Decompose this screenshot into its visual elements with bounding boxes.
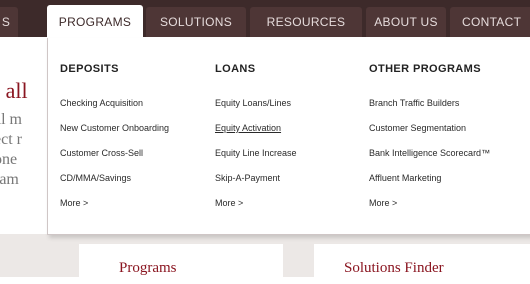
nav-tab-label: CONTACT bbox=[462, 15, 522, 29]
background-text-line: ram bbox=[0, 171, 19, 188]
dropdown-column-deposits: DEPOSITS Checking Acquisition New Custom… bbox=[60, 63, 169, 222]
menu-link[interactable]: CD/MMA/Savings bbox=[60, 172, 169, 197]
menu-link[interactable]: Customer Segmentation bbox=[369, 122, 490, 147]
menu-link[interactable]: Equity Loans/Lines bbox=[215, 97, 297, 122]
background-text-line: al m bbox=[0, 111, 22, 128]
menu-link-hovered[interactable]: Equity Activation bbox=[215, 122, 297, 147]
nav-tab-label: PROGRAMS bbox=[58, 15, 132, 29]
nav-tab-label: S bbox=[1, 15, 11, 29]
nav-tab-contact[interactable]: CONTACT bbox=[450, 7, 530, 37]
menu-link-more[interactable]: More > bbox=[369, 197, 490, 222]
menu-link[interactable]: Affluent Marketing bbox=[369, 172, 490, 197]
menu-link[interactable]: Customer Cross-Sell bbox=[60, 147, 169, 172]
nav-tab-resources[interactable]: RESOURCES bbox=[250, 7, 362, 37]
background-text-line: ect r bbox=[0, 131, 22, 148]
nav-tab-label: RESOURCES bbox=[266, 15, 346, 29]
solutions-finder-card-title: Solutions Finder bbox=[344, 260, 444, 276]
programs-card[interactable]: Programs bbox=[79, 244, 283, 284]
column-heading: LOANS bbox=[215, 63, 256, 75]
menu-link[interactable]: Checking Acquisition bbox=[60, 97, 169, 122]
column-heading: DEPOSITS bbox=[60, 63, 119, 75]
menu-link-more[interactable]: More > bbox=[215, 197, 297, 222]
solutions-finder-card[interactable]: Solutions Finder bbox=[314, 244, 530, 284]
programs-card-title: Programs bbox=[119, 260, 177, 276]
dropdown-column-loans: LOANS Equity Loans/Lines Equity Activati… bbox=[215, 63, 297, 222]
nav-tab-partial[interactable]: S bbox=[0, 7, 18, 37]
nav-tab-solutions[interactable]: SOLUTIONS bbox=[146, 7, 246, 37]
menu-link[interactable]: Branch Traffic Builders bbox=[369, 97, 490, 122]
menu-link[interactable]: Equity Line Increase bbox=[215, 147, 297, 172]
background-text-line: one bbox=[0, 151, 18, 168]
menu-link[interactable]: New Customer Onboarding bbox=[60, 122, 169, 147]
nav-tab-label: SOLUTIONS bbox=[159, 15, 233, 29]
nav-tab-label: ABOUT US bbox=[374, 15, 438, 29]
nav-tab-programs[interactable]: PROGRAMS bbox=[47, 5, 143, 39]
column-heading: OTHER PROGRAMS bbox=[369, 63, 481, 75]
menu-link[interactable]: Bank Intelligence Scorecard™ bbox=[369, 147, 490, 172]
top-navigation-bar: S PROGRAMS SOLUTIONS RESOURCES ABOUT US … bbox=[0, 0, 530, 39]
nav-tab-about-us[interactable]: ABOUT US bbox=[366, 7, 446, 37]
dropdown-column-other-programs: OTHER PROGRAMS Branch Traffic Builders C… bbox=[369, 63, 490, 222]
programs-dropdown-menu: DEPOSITS Checking Acquisition New Custom… bbox=[47, 38, 530, 235]
background-heading: t all bbox=[0, 78, 28, 103]
menu-link[interactable]: Skip-A-Payment bbox=[215, 172, 297, 197]
menu-link-more[interactable]: More > bbox=[60, 197, 169, 222]
